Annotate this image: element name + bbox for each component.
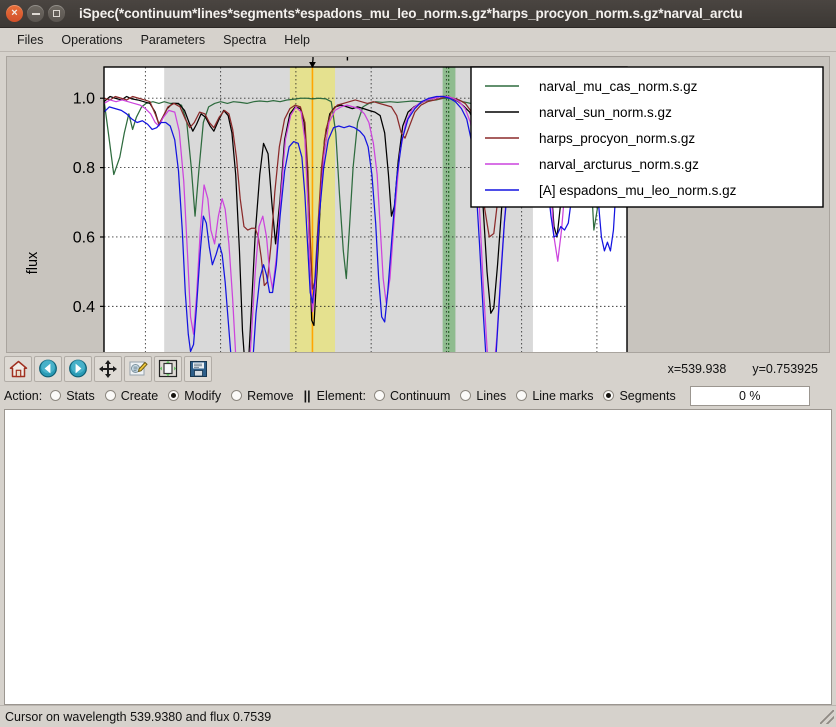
spectra-figure[interactable]: 539.6539.7539.8539.9540.0540.1540.20.00.… [7,57,829,353]
action-radio-remove[interactable]: Remove [231,389,294,403]
back-button[interactable] [34,355,62,382]
element-radio-segments-label: Segments [619,388,676,403]
radio-indicator-segments[interactable] [603,390,615,401]
action-label: Action: [4,388,43,403]
element-radio-segments[interactable]: Segments [603,388,676,403]
y-tick-label: 1.0 [73,91,95,108]
legend-label-4[interactable]: [A] espadons_mu_leo_norm.s.gz [539,183,737,198]
resize-grip[interactable] [820,709,834,724]
y-tick-label: 0.4 [73,299,95,316]
action-radio-modify-label: Modify [184,388,222,403]
action-radio-remove-label: Remove [247,388,294,403]
pan-button[interactable] [94,355,122,382]
action-radio-stats-label: Stats [66,388,95,403]
matplotlib-canvas[interactable]: 539.6539.7539.8539.9540.0540.1540.20.00.… [7,57,829,352]
element-radio-lines-label: Lines [476,388,507,403]
pencil-document-icon [129,361,148,376]
action-bar: Action: Stats Create Modify Remove || El… [0,384,836,407]
status-text: Cursor on wavelength 539.9380 and flux 0… [5,709,272,724]
menu-bar: Files Operations Parameters Spectra Help [0,28,836,52]
y-readout: y=0.753925 [752,361,818,376]
legend-label-1[interactable]: narval_sun_norm.s.gz [539,105,672,120]
action-radio-modify[interactable]: Modify [168,389,221,403]
window-maximize-button[interactable] [48,5,65,22]
menu-item-help[interactable]: Help [275,31,319,49]
edit-button[interactable] [124,355,152,382]
zoom-rect-icon [158,359,178,378]
plot-title: Spectra [335,57,390,61]
menu-item-files[interactable]: Files [8,31,52,49]
progress-indicator: 0 % [689,385,810,406]
action-separator: || [303,388,311,403]
home-icon [9,360,27,377]
radio-indicator-remove[interactable] [231,390,243,401]
forward-button[interactable] [64,355,92,382]
radio-indicator-modify[interactable] [168,390,180,401]
menu-item-operations[interactable]: Operations [52,31,131,49]
y-tick-label: 0.8 [73,160,95,177]
save-button[interactable] [184,355,212,382]
y-tick-label: 0.6 [73,229,95,246]
y-axis-label: flux [25,251,41,274]
element-radio-line-marks-label: Line marks [532,388,594,403]
radio-indicator-stats[interactable] [50,390,62,401]
action-radio-create[interactable]: Create [104,388,159,403]
arrow-left-icon [39,359,57,378]
window-minimize-button[interactable] [27,5,44,22]
application-window: × iSpec(*continuum*lines*segments*espado… [0,0,836,727]
floppy-save-icon [189,360,207,377]
element-radio-continuum[interactable]: Continuum [373,388,451,403]
status-bar: Cursor on wavelength 539.9380 and flux 0… [0,705,836,727]
action-radio-stats[interactable]: Stats [50,389,95,403]
menu-item-parameters[interactable]: Parameters [132,31,215,49]
line-mark-region[interactable] [442,67,456,353]
radio-indicator-create[interactable] [104,390,116,401]
element-radio-line-marks[interactable]: Line marks [516,389,593,403]
move-cross-icon [99,359,117,378]
log-text-area[interactable] [4,408,832,705]
x-readout: x=539.938 [667,361,727,376]
title-bar: × iSpec(*continuum*lines*segments*espado… [0,0,836,28]
window-title: iSpec(*continuum*lines*segments*espadons… [79,6,743,21]
radio-indicator-continuum[interactable] [373,390,385,401]
element-radio-lines[interactable]: Lines [460,389,506,403]
arrow-right-icon [69,359,87,378]
legend-label-3[interactable]: narval_arcturus_norm.s.gz [539,157,699,172]
navigation-toolbar: x=539.938 y=0.753925 [0,352,836,385]
cursor-coordinates: x=539.938 y=0.753925 [668,362,832,376]
action-radio-create-label: Create [120,388,159,403]
menu-item-spectra[interactable]: Spectra [214,31,275,49]
plot-panel[interactable]: 539.6539.7539.8539.9540.0540.1540.20.00.… [6,56,830,353]
zoom-button[interactable] [154,355,182,382]
legend-label-2[interactable]: harps_procyon_norm.s.gz [539,131,695,146]
home-button[interactable] [4,355,32,382]
radio-indicator-lines[interactable] [460,390,472,401]
window-close-button[interactable]: × [6,5,23,22]
element-label: Element: [316,388,366,403]
legend-label-0[interactable]: narval_mu_cas_norm.s.gz [539,79,698,94]
element-radio-continuum-label: Continuum [389,388,451,403]
radio-indicator-line-marks[interactable] [516,390,528,401]
